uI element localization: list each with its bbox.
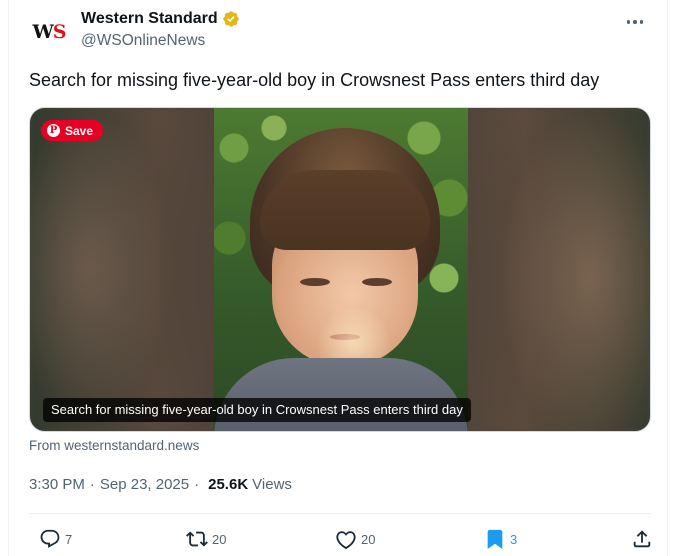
views-count: 25.6K <box>208 476 249 493</box>
pinterest-icon: P <box>47 124 60 137</box>
boy-photo <box>214 108 468 431</box>
save-label: Save <box>65 123 94 138</box>
tweet-time[interactable]: 3:30 PM <box>29 476 85 493</box>
views-label: Views <box>252 476 292 493</box>
divider <box>29 513 651 514</box>
tweet-text: Search for missing five-year-old boy in … <box>29 70 600 90</box>
reply-button[interactable]: 7 <box>39 525 72 553</box>
retweet-button[interactable]: 20 <box>186 525 226 553</box>
like-count: 20 <box>361 531 376 547</box>
reply-icon <box>40 529 60 548</box>
reply-count: 7 <box>65 531 73 547</box>
display-name[interactable]: Western Standard <box>81 10 218 28</box>
media-caption: Search for missing five-year-old boy in … <box>43 398 471 422</box>
avatar[interactable]: WS <box>29 12 69 52</box>
tweet-date[interactable]: Sep 23, 2025 <box>100 476 189 493</box>
action-bar: 7 20 20 3 <box>29 525 653 553</box>
avatar-logo: WS <box>32 21 67 43</box>
account-names: Western Standard @WSOnlineNews <box>81 9 240 50</box>
avatar-letter-w: W <box>32 21 53 43</box>
retweet-icon <box>186 531 208 547</box>
meta-separator: · <box>194 476 200 493</box>
link-source[interactable]: From westernstandard.news <box>29 438 199 453</box>
verified-badge-icon <box>222 11 239 27</box>
like-button[interactable]: 20 <box>335 525 375 553</box>
avatar-letter-s: S <box>52 21 67 43</box>
more-options-icon[interactable] <box>623 14 647 30</box>
tweet-meta: 3:30 PM · Sep 23, 2025 · 25.6K Views <box>29 476 292 493</box>
retweet-count: 20 <box>212 531 227 547</box>
pinterest-save-button[interactable]: P Save <box>41 120 104 141</box>
meta-separator: · <box>89 476 95 493</box>
heart-icon <box>336 531 356 550</box>
link-card-media[interactable]: P Save Search for missing five-year-old … <box>29 107 651 432</box>
bookmark-count: 3 <box>510 531 518 547</box>
tweet-card[interactable]: WS Western Standard @WSOnlineNews Search… <box>8 0 668 556</box>
share-button[interactable] <box>631 525 653 553</box>
account-handle[interactable]: @WSOnlineNews <box>81 32 240 50</box>
bookmark-button[interactable]: 3 <box>484 525 517 553</box>
share-icon <box>633 530 651 548</box>
name-row: Western Standard <box>81 9 240 29</box>
tweet-header: WS Western Standard @WSOnlineNews <box>29 8 651 56</box>
bookmark-icon <box>487 529 503 550</box>
